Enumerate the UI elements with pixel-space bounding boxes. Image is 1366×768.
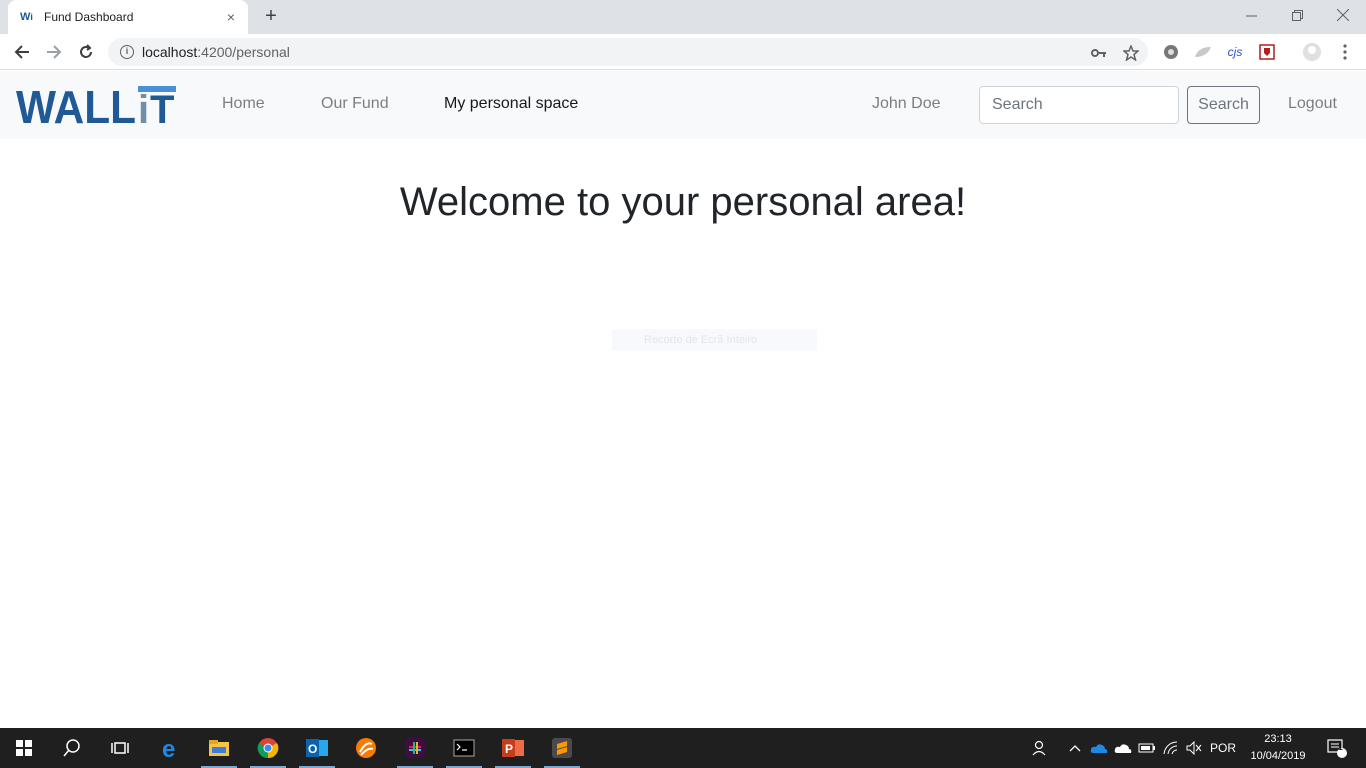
svg-text:WALL: WALL [16, 83, 136, 127]
cloud-button[interactable] [1112, 728, 1134, 768]
battery-button[interactable] [1136, 728, 1158, 768]
chrome-app[interactable] [244, 728, 292, 768]
outlook-app[interactable]: O [293, 728, 341, 768]
extension-cjs-icon[interactable]: cjs [1225, 42, 1245, 62]
input-language-button[interactable]: POR [1207, 728, 1239, 768]
powerpoint-icon: P [502, 739, 524, 757]
svg-text:P: P [505, 742, 513, 756]
wallit-logo[interactable]: WALL i T [16, 81, 180, 133]
back-button[interactable] [10, 40, 34, 64]
url-host: localhost [142, 44, 198, 60]
windows-start-button[interactable] [0, 728, 48, 768]
clock-time: 23:13 [1264, 733, 1292, 745]
windows-taskbar: e O P POR 23:13 10/04/2019 1 [0, 728, 1366, 768]
close-icon [1337, 9, 1349, 21]
onedrive-icon [1090, 743, 1108, 753]
terminal-app[interactable] [440, 728, 488, 768]
powerpoint-app[interactable]: P [489, 728, 537, 768]
svg-text:T: T [150, 88, 174, 127]
page-title: Welcome to your personal area! [399, 180, 967, 224]
restore-icon [1291, 9, 1303, 21]
search-button[interactable]: Search [1187, 86, 1260, 124]
minimize-icon [1245, 15, 1257, 16]
extension-shield-icon[interactable] [1257, 42, 1277, 62]
nav-link-home[interactable]: Home [222, 95, 265, 113]
forward-button[interactable] [42, 40, 66, 64]
star-icon[interactable] [1122, 44, 1140, 62]
cloud-icon [1114, 743, 1132, 753]
restore-button[interactable] [1274, 0, 1320, 30]
task-view-icon [111, 742, 129, 754]
browser-tab-strip: Wi Fund Dashboard × + [0, 0, 1366, 34]
minimize-button[interactable] [1228, 0, 1274, 30]
volume-button[interactable] [1183, 728, 1205, 768]
extension-gear-icon[interactable] [1161, 42, 1181, 62]
onedrive-button[interactable] [1088, 728, 1110, 768]
slack-icon [405, 738, 425, 758]
chrome-icon [257, 738, 279, 759]
nav-link-our-fund[interactable]: Our Fund [321, 95, 389, 113]
file-explorer-app[interactable] [195, 728, 243, 768]
app-navbar: WALL i T Home Our Fund My personal space… [0, 71, 1366, 139]
user-name-link[interactable]: John Doe [872, 95, 941, 113]
outlook-icon: O [306, 739, 328, 757]
forward-icon [47, 45, 62, 59]
terminal-icon [453, 739, 475, 757]
notifications-icon [1327, 739, 1347, 758]
sublime-app[interactable] [538, 728, 586, 768]
people-button[interactable] [1026, 728, 1054, 768]
slack-app[interactable] [391, 728, 439, 768]
clock-date: 10/04/2019 [1250, 750, 1306, 762]
blender-icon [356, 738, 376, 758]
wifi-button[interactable] [1160, 728, 1182, 768]
tab-favicon-icon: Wi [20, 11, 33, 23]
profile-icon[interactable] [1302, 42, 1322, 62]
info-icon[interactable]: i [120, 45, 134, 59]
tab-title: Fund Dashboard [44, 10, 134, 24]
task-view-button[interactable] [96, 728, 144, 768]
new-tab-button[interactable]: + [260, 6, 282, 28]
reload-icon [80, 44, 92, 58]
taskbar-clock[interactable]: 23:13 10/04/2019 [1240, 731, 1316, 765]
edge-app[interactable]: e [147, 728, 195, 768]
volume-muted-icon [1186, 741, 1202, 755]
url-text[interactable]: localhost:4200/personal [142, 44, 290, 60]
show-hidden-icons-button[interactable] [1064, 728, 1086, 768]
sublime-icon [552, 738, 572, 758]
reload-button[interactable] [74, 40, 98, 64]
battery-icon [1138, 743, 1155, 753]
tab-close-icon[interactable]: × [222, 9, 240, 25]
search-icon [63, 739, 80, 757]
extension-leaf-icon[interactable] [1193, 42, 1213, 62]
screen-clip-overlay: Recorte de Ecrã Inteiro [612, 329, 817, 351]
file-explorer-icon [209, 740, 229, 756]
action-center-button[interactable]: 1 [1320, 728, 1354, 768]
blender-app[interactable] [342, 728, 390, 768]
edge-icon: e [162, 737, 175, 759]
url-path: :4200/personal [197, 44, 290, 60]
search-input[interactable] [979, 86, 1179, 124]
svg-text:i: i [138, 88, 149, 127]
nav-link-personal-space[interactable]: My personal space [444, 95, 578, 113]
windows-start-icon [16, 740, 32, 756]
back-icon [14, 45, 29, 59]
wifi-icon [1163, 741, 1178, 755]
menu-icon[interactable] [1335, 42, 1355, 62]
svg-text:e: e [162, 737, 175, 759]
browser-tab[interactable]: Wi Fund Dashboard × [8, 0, 248, 34]
chevron-up-icon [1069, 745, 1081, 752]
key-icon[interactable] [1090, 44, 1108, 62]
window-close-button[interactable] [1320, 0, 1366, 30]
taskbar-search-button[interactable] [48, 728, 96, 768]
people-icon [1032, 740, 1046, 756]
address-bar[interactable]: i localhost:4200/personal [108, 38, 1148, 66]
logout-link[interactable]: Logout [1288, 95, 1337, 113]
notification-count-badge: 1 [1338, 742, 1344, 752]
browser-toolbar: i localhost:4200/personal cjs [0, 34, 1366, 70]
svg-text:O: O [308, 742, 317, 756]
